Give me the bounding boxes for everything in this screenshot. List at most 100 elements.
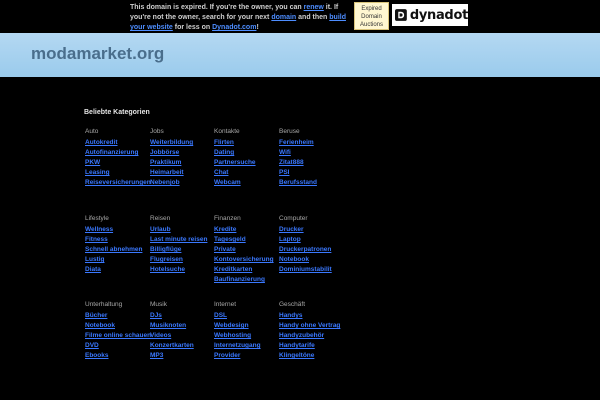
category-link[interactable]: Konzertkarten	[150, 341, 214, 351]
category-link[interactable]: Chat	[214, 168, 278, 178]
category-block: Computer Drucker Laptop Druckerpatronen Note…	[279, 214, 343, 275]
category-link[interactable]: Bücher	[85, 311, 149, 321]
category-link[interactable]: Partnersuche	[214, 158, 278, 168]
category-link[interactable]: Webcam	[214, 178, 278, 188]
category-heading: Kontakte	[214, 128, 240, 135]
category-link[interactable]: Billigflüge	[150, 245, 214, 255]
category-link[interactable]: Weiterbildung	[150, 138, 214, 148]
category-link[interactable]: Private	[214, 245, 278, 255]
category-link[interactable]: DJs	[150, 311, 214, 321]
category-link[interactable]: Ebooks	[85, 351, 149, 361]
category-link[interactable]: Hotelsuche	[150, 265, 214, 275]
category-link-list: Weiterbildung Jobbörse Praktikum Heimarbeit…	[150, 138, 214, 188]
notice-text-part: for less on	[172, 24, 213, 31]
category-link-list: Handys Handy ohne Vertrag Handyzubehör Hand…	[279, 311, 343, 361]
category-link[interactable]: Wifi	[279, 148, 343, 158]
category-link[interactable]: Leasing	[85, 168, 149, 178]
category-block: Reisen Urlaub Last minute reisen Billigflüg…	[150, 214, 214, 275]
category-block: Unterhaltung Bücher Notebook Filme online s…	[85, 300, 151, 361]
expired-domain-auctions-button[interactable]: Expired Domain Auctions	[354, 2, 389, 30]
category-link[interactable]: Notebook	[85, 321, 149, 331]
category-link[interactable]: Zitat888	[279, 158, 343, 168]
category-link[interactable]: Tagesgeld	[214, 235, 278, 245]
dynadot-logo[interactable]: dynadot	[392, 4, 468, 26]
notice-text-part: and then	[296, 14, 330, 21]
button-label-line: Expired	[361, 6, 382, 12]
related-categories-title: Beliebte Kategorien	[84, 109, 150, 116]
category-block: Musik DJs Musiknoten Videos Konzertkarten MP3	[150, 300, 214, 361]
category-link[interactable]: Diata	[85, 265, 149, 275]
category-link[interactable]: Berufsstand	[279, 178, 343, 188]
category-link[interactable]: Schnell abnehmen	[85, 245, 149, 255]
category-link[interactable]: Dating	[214, 148, 278, 158]
category-link-list: DSL Webdesign Webhosting Internetzugang Prov…	[214, 311, 278, 361]
category-link[interactable]: Filme online schauen	[85, 331, 151, 341]
category-link[interactable]: Internetzugang	[214, 341, 278, 351]
category-heading: Unterhaltung	[85, 301, 123, 308]
category-link[interactable]: Kreditkarten	[214, 265, 278, 275]
category-link[interactable]: Autofinanzierung	[85, 148, 149, 158]
category-link[interactable]: Notebook	[279, 255, 343, 265]
category-link[interactable]: MP3	[150, 351, 214, 361]
category-link[interactable]: Webdesign	[214, 321, 278, 331]
category-link[interactable]: PKW	[85, 158, 149, 168]
category-link[interactable]: Lustig	[85, 255, 149, 265]
category-block: Lifestyle Wellness Fitness Schnell abnehmen…	[85, 214, 149, 275]
dynadot-logo-text: dynadot	[409, 7, 468, 23]
dynadot-link[interactable]: Dynadot.com	[212, 24, 256, 31]
category-block: Kontakte Flirten Dating Partnersuche Chat Web…	[214, 127, 278, 188]
category-heading: Internet	[214, 301, 237, 308]
category-link[interactable]: Autokredit	[85, 138, 149, 148]
category-link[interactable]: Kontoversicherung	[214, 255, 278, 265]
category-link[interactable]: DSL	[214, 311, 278, 321]
category-link[interactable]: Nebenjob	[150, 178, 214, 188]
category-link[interactable]: Handy ohne Vertrag	[279, 321, 343, 331]
button-label-line: Domain	[361, 14, 382, 20]
category-link[interactable]: Ferienheim	[279, 138, 343, 148]
category-link[interactable]: Drucker	[279, 225, 343, 235]
category-link[interactable]: Baufinanzierung	[214, 275, 278, 285]
category-link[interactable]: Handyzubehör	[279, 331, 343, 341]
category-link[interactable]: Dominiumstabilit	[279, 265, 343, 275]
notice-text-part: !	[256, 24, 259, 31]
category-link[interactable]: Webhosting	[214, 331, 278, 341]
category-link[interactable]: Wellness	[85, 225, 149, 235]
category-heading: Lifestyle	[85, 215, 109, 222]
category-link[interactable]: Druckerpatronen	[279, 245, 343, 255]
category-link[interactable]: Heimarbeit	[150, 168, 214, 178]
category-link[interactable]: Flirten	[214, 138, 278, 148]
category-link[interactable]: DVD	[85, 341, 149, 351]
category-link-list: Drucker Laptop Druckerpatronen Notebook Domi…	[279, 225, 343, 275]
category-link[interactable]: Urlaub	[150, 225, 214, 235]
category-link-list: Wellness Fitness Schnell abnehmen Lustig Dia…	[85, 225, 149, 275]
category-link-list: DJs Musiknoten Videos Konzertkarten MP3	[150, 311, 214, 361]
renew-link[interactable]: renew	[304, 4, 324, 11]
category-link[interactable]: Handys	[279, 311, 343, 321]
category-heading: Geschäft	[279, 301, 306, 308]
category-link[interactable]: PSI	[279, 168, 343, 178]
category-heading: Finanzen	[214, 215, 241, 222]
category-link[interactable]: Handytarife	[279, 341, 343, 351]
category-link[interactable]: Laptop	[279, 235, 343, 245]
category-link[interactable]: Provider	[214, 351, 278, 361]
dynadot-d-icon	[395, 9, 407, 21]
domain-search-link[interactable]: domain	[271, 14, 296, 21]
category-heading: Reisen	[150, 215, 171, 222]
category-link[interactable]: Musiknoten	[150, 321, 214, 331]
category-link[interactable]: Reiseversicherungen	[85, 178, 151, 188]
category-block: Jobs Weiterbildung Jobbörse Praktikum Heimar…	[150, 127, 214, 188]
button-label-line: Auctions	[359, 22, 383, 28]
category-link[interactable]: Last minute reisen	[150, 235, 214, 245]
category-heading: Auto	[85, 128, 99, 135]
category-link[interactable]: Videos	[150, 331, 214, 341]
category-heading: Beruse	[279, 128, 300, 135]
category-block: Beruse Ferienheim Wifi Zitat888 PSI Berufssta…	[279, 127, 343, 188]
category-link[interactable]: Klingeltöne	[279, 351, 343, 361]
category-link[interactable]: Fitness	[85, 235, 149, 245]
category-link[interactable]: Kredite	[214, 225, 278, 235]
category-link[interactable]: Flugreisen	[150, 255, 214, 265]
category-link[interactable]: Praktikum	[150, 158, 214, 168]
category-block: Internet DSL Webdesign Webhosting Internetzu…	[214, 300, 278, 361]
category-heading: Musik	[150, 301, 167, 308]
category-link[interactable]: Jobbörse	[150, 148, 214, 158]
